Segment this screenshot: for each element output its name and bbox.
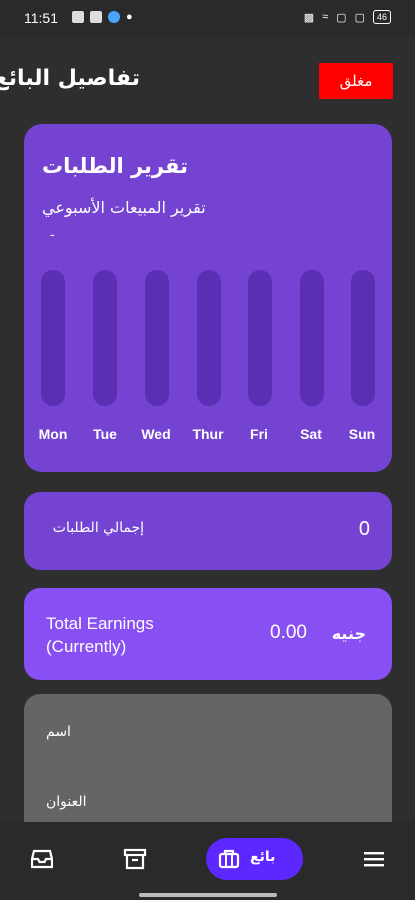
status-bar: 11:51 ● ▩ ≈ ▢ ▢ 46	[0, 0, 415, 36]
total-orders-label: إجمالي الطلبات	[52, 520, 144, 536]
day-label-sun: Sun	[348, 426, 376, 442]
total-earnings-label: Total Earnings (Currently)	[46, 614, 154, 656]
seller-tab-label: بائع	[250, 849, 276, 865]
weekly-bars	[41, 270, 377, 406]
bar-fri	[248, 270, 272, 406]
battery-icon: 46	[372, 10, 391, 24]
page-title: تفاصيل البائع	[0, 66, 140, 91]
inbox-icon[interactable]	[30, 849, 54, 873]
report-dash: -	[50, 228, 55, 243]
bottom-navigation: بائع	[0, 822, 415, 900]
day-label-wed: Wed	[141, 426, 171, 442]
bar-mon	[41, 270, 65, 406]
day-label-fri: Fri	[250, 426, 268, 442]
cell-signal-icon: ▢	[336, 11, 347, 24]
close-button[interactable]: مغلق	[319, 63, 393, 99]
address-label: العنوان	[46, 794, 87, 810]
bar-tue	[93, 270, 117, 406]
day-label-mon: Mon	[38, 426, 68, 442]
wifi-icon: ≈	[322, 11, 329, 23]
location-icon: ●	[126, 11, 133, 23]
total-earnings-amount: 0.00	[270, 622, 307, 643]
messenger-notification-icon	[108, 11, 120, 23]
report-subtitle: تقرير المبيعات الأسبوعي	[42, 198, 206, 217]
signal-icon: ▩	[303, 11, 315, 24]
orders-report-card: تقرير الطلبات تقرير المبيعات الأسبوعي - …	[24, 124, 392, 472]
bar-wed	[145, 270, 169, 406]
name-label: اسم	[46, 724, 71, 740]
app-notification-icon	[72, 11, 84, 23]
header: تفاصيل البائع مغلق	[0, 36, 415, 124]
bar-thur	[197, 270, 221, 406]
total-orders-card: إجمالي الطلبات 0	[24, 492, 392, 570]
weekday-labels: Mon Tue Wed Thur Fri Sat Sun	[24, 426, 392, 446]
total-orders-value: 0	[358, 518, 370, 540]
menu-icon[interactable]	[364, 851, 384, 871]
total-earnings-card: Total Earnings (Currently) 0.00 جنيه	[24, 588, 392, 680]
system-icons: ▩ ≈ ▢ ▢ 46	[304, 10, 391, 24]
vk-notification-icon	[90, 11, 102, 23]
report-title: تقرير الطلبات	[42, 154, 188, 178]
status-time: 11:51	[24, 10, 58, 26]
briefcase-icon	[218, 849, 240, 873]
currency-label: جنيه	[331, 624, 366, 643]
cell-signal-2-icon: ▢	[354, 11, 365, 24]
home-indicator[interactable]	[139, 893, 277, 897]
seller-tab[interactable]: بائع	[206, 838, 303, 880]
notification-icons: ●	[72, 11, 133, 23]
bar-sun	[351, 270, 375, 406]
archive-icon[interactable]	[123, 848, 147, 874]
bar-sat	[300, 270, 324, 406]
